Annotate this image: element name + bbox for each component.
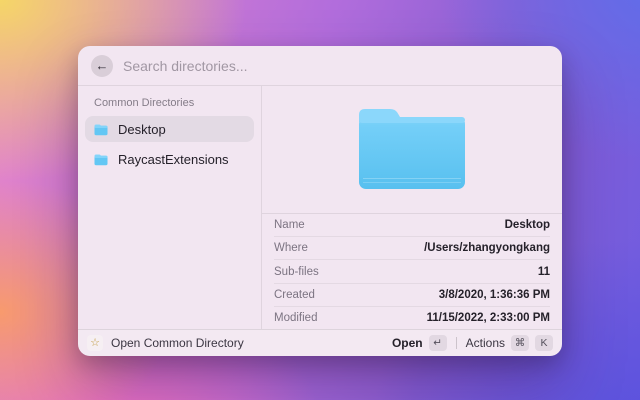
actions-button[interactable]: Actions	[466, 336, 505, 350]
sidebar-item-raycastextensions[interactable]: RaycastExtensions	[85, 146, 254, 172]
footer-action-label: Open Common Directory	[111, 336, 244, 350]
metadata-row-created: Created 3/8/2020, 1:36:36 PM	[274, 282, 550, 306]
extension-icon: ☆	[87, 335, 103, 351]
sidebar-item-desktop[interactable]: Desktop	[85, 116, 254, 142]
sidebar-item-label: RaycastExtensions	[118, 151, 229, 167]
metadata-label: Modified	[274, 311, 318, 324]
blue-folder-icon	[359, 109, 465, 189]
cmd-key-icon: ⌘	[511, 335, 529, 351]
folder-preview	[262, 86, 562, 213]
open-button[interactable]: Open	[392, 336, 423, 350]
action-bar: ☆ Open Common Directory Open ↵ Actions ⌘…	[78, 329, 562, 356]
sidebar: Common Directories Desktop RaycastExtens…	[78, 86, 262, 329]
metadata-label: Created	[274, 288, 315, 301]
search-directories-window: ← Common Directories Desktop	[78, 46, 562, 356]
metadata-value: 11	[537, 265, 550, 278]
folder-icon	[94, 124, 108, 135]
window-body: Common Directories Desktop RaycastExtens…	[78, 86, 562, 329]
folder-icon	[94, 154, 108, 165]
footer-shortcuts: Open ↵ Actions ⌘ K	[392, 335, 553, 351]
back-arrow-icon: ←	[95, 58, 109, 73]
metadata-value: 3/8/2020, 1:36:36 PM	[438, 288, 550, 301]
metadata-value: /Users/zhangyongkang	[424, 242, 550, 255]
search-input[interactable]	[123, 57, 549, 74]
metadata-row-where: Where /Users/zhangyongkang	[274, 236, 550, 259]
metadata-table: Name Desktop Where /Users/zhangyongkang …	[262, 213, 562, 329]
return-key-icon: ↵	[428, 335, 447, 351]
footer-divider	[455, 337, 457, 349]
back-button[interactable]: ←	[91, 54, 113, 77]
metadata-label: Sub-files	[274, 265, 319, 278]
metadata-label: Name	[274, 219, 305, 232]
sidebar-section-title: Common Directories	[94, 97, 195, 109]
sidebar-item-label: Desktop	[118, 121, 166, 137]
k-key-icon: K	[535, 335, 553, 351]
metadata-row-name: Name Desktop	[274, 214, 550, 236]
search-bar: ←	[78, 46, 562, 86]
metadata-row-subfiles: Sub-files 11	[274, 259, 550, 282]
metadata-value: Desktop	[504, 219, 550, 232]
metadata-label: Where	[274, 242, 308, 255]
star-icon: ☆	[90, 336, 100, 349]
detail-pane: Name Desktop Where /Users/zhangyongkang …	[262, 86, 562, 329]
metadata-value: 11/15/2022, 2:33:00 PM	[426, 311, 550, 324]
metadata-row-modified: Modified 11/15/2022, 2:33:00 PM	[274, 305, 550, 329]
